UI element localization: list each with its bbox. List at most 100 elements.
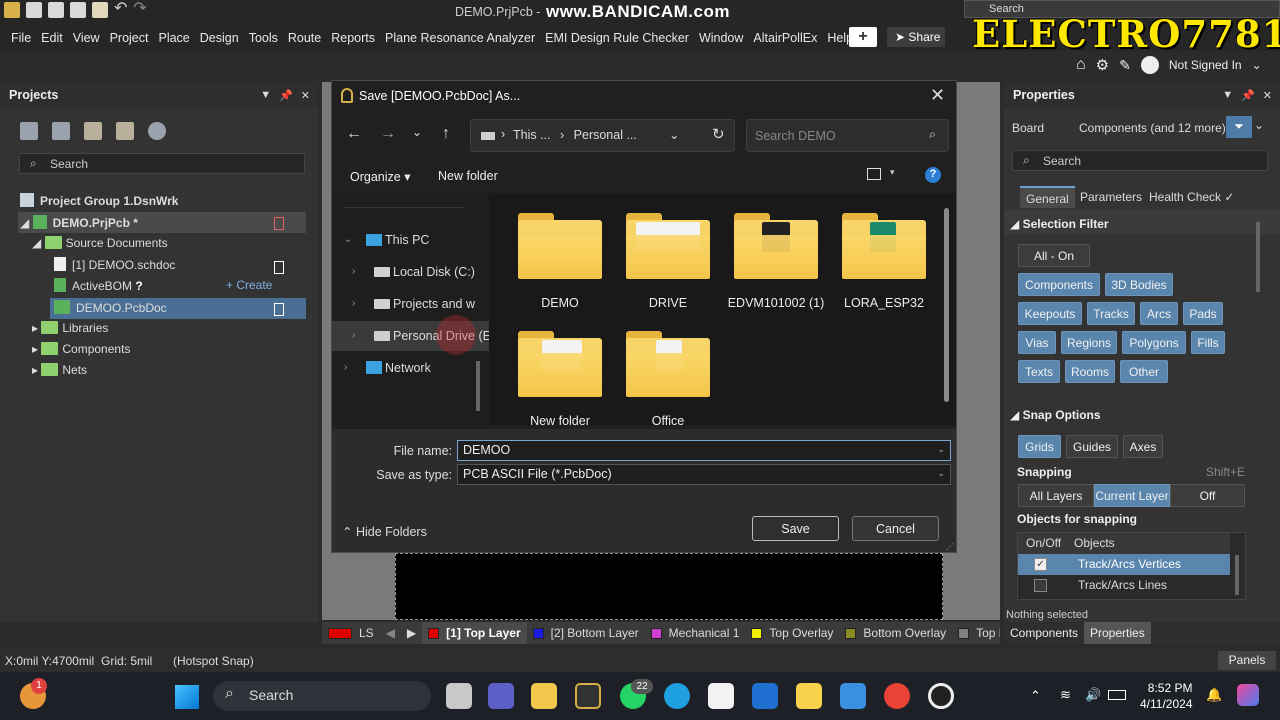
save-button[interactable]: Save <box>752 516 839 541</box>
create-link[interactable]: + Create <box>226 278 272 292</box>
view-options-icon[interactable] <box>867 168 881 180</box>
table-scrollbar[interactable] <box>1235 555 1239 595</box>
menu-tools[interactable]: Tools <box>244 31 283 45</box>
all-on-button[interactable]: All - On <box>1018 244 1090 267</box>
filter-texts[interactable]: Texts <box>1018 360 1060 383</box>
redo-icon[interactable]: ↷ <box>133 1 146 18</box>
teams-icon[interactable] <box>488 683 514 709</box>
folder-item-demo[interactable]: DEMO <box>510 213 610 310</box>
taskbar-clock[interactable]: 8:52 PM 4/11/2024 <box>1140 680 1193 712</box>
chevron-down-icon[interactable]: ⌄ <box>937 444 945 455</box>
taskbar-search[interactable]: ⌕ Search <box>213 681 431 711</box>
save-project-icon[interactable] <box>20 122 38 140</box>
up-arrow-icon[interactable]: ↑ <box>442 125 450 143</box>
chevron-down-icon[interactable]: ⌄ <box>1252 58 1262 72</box>
new-folder-button[interactable]: New folder <box>438 169 498 183</box>
snap-current-layer[interactable]: Current Layer <box>1094 484 1170 507</box>
tree-activebom[interactable]: ActiveBOM ? <box>54 278 143 293</box>
folder-item-drive[interactable]: DRIVE <box>618 213 718 310</box>
new-document-icon[interactable] <box>70 2 86 18</box>
battery-icon[interactable] <box>1108 690 1126 700</box>
save-all-icon[interactable] <box>48 2 64 18</box>
filter-polygons[interactable]: Polygons <box>1122 331 1186 354</box>
breadcrumb-personal[interactable]: Personal ... <box>574 128 637 142</box>
filter-regions[interactable]: Regions <box>1061 331 1117 354</box>
file-explorer-icon[interactable] <box>531 683 557 709</box>
chevron-down-icon[interactable]: ⌄ <box>1254 118 1264 132</box>
filter-rooms[interactable]: Rooms <box>1065 360 1115 383</box>
save-icon[interactable] <box>26 2 42 18</box>
chevron-down-icon[interactable]: ⌄ <box>669 127 679 142</box>
filter-other[interactable]: Other <box>1120 360 1168 383</box>
filter-components[interactable]: Components <box>1018 273 1100 296</box>
tree-schdoc[interactable]: [1] DEMOO.schdoc <box>54 257 175 272</box>
file-list-scrollbar[interactable] <box>944 208 949 402</box>
user-icon[interactable] <box>1140 56 1159 74</box>
tools-icon[interactable]: ✎ <box>1119 57 1131 74</box>
menu-project[interactable]: Project <box>105 31 154 45</box>
back-arrow-icon[interactable]: ← <box>346 125 362 143</box>
tab-health-check[interactable]: Health Check ✓ <box>1143 186 1240 208</box>
menu-emi-checker[interactable]: EMI Design Rule Checker <box>540 31 694 45</box>
properties-search-input[interactable]: ⌕ Search <box>1012 150 1268 171</box>
nav-projects[interactable]: › Projects and w <box>332 289 489 319</box>
help-icon[interactable]: ? <box>925 167 941 183</box>
folder-item-office[interactable]: Office <box>618 331 718 428</box>
help-icon[interactable]: ? <box>135 279 142 293</box>
snap-grids-button[interactable]: Grids <box>1018 435 1061 458</box>
pin-icon[interactable]: 📌 <box>279 89 293 102</box>
menu-altairpollex[interactable]: AltairPollEx <box>748 31 822 45</box>
tree-source-documents[interactable]: ◢ Source Documents <box>32 236 168 250</box>
notification-bell-icon[interactable]: 🔔 <box>1206 687 1222 703</box>
tree-nets[interactable]: ▸ Nets <box>32 363 87 377</box>
menu-file[interactable]: File <box>6 31 36 45</box>
tab-top-layer[interactable]: [1] Top Layer <box>422 622 527 644</box>
nav-local-disk[interactable]: › Local Disk (C:) <box>332 257 489 287</box>
close-icon[interactable]: ✕ <box>1263 89 1272 102</box>
address-bar[interactable]: › This ... › Personal ... ⌄ <box>470 119 735 152</box>
cancel-button[interactable]: Cancel <box>852 516 939 541</box>
chevron-up-icon[interactable]: ⌃ <box>1030 688 1041 704</box>
menu-view[interactable]: View <box>68 31 105 45</box>
refresh-icon[interactable]: ↻ <box>712 125 725 143</box>
tab-bottom-layer[interactable]: [2] Bottom Layer <box>527 622 645 644</box>
menu-edit[interactable]: Edit <box>36 31 68 45</box>
open-project-icon[interactable] <box>84 122 102 140</box>
wifi-icon[interactable]: ≋ <box>1060 687 1071 703</box>
snap-options-header[interactable]: ◢ Snap Options <box>1010 408 1101 422</box>
altium-logo-icon[interactable] <box>4 2 20 18</box>
menu-place[interactable]: Place <box>153 31 194 45</box>
tab-bottom-overlay[interactable]: Bottom Overlay <box>839 622 952 644</box>
nav-scrollbar[interactable] <box>476 361 480 411</box>
pin-icon[interactable]: 📌 <box>1241 89 1255 102</box>
snap-guides-button[interactable]: Guides <box>1066 435 1118 458</box>
properties-scrollbar[interactable] <box>1256 222 1260 292</box>
checkbox-unchecked[interactable] <box>1034 579 1047 592</box>
menu-plane-resonance[interactable]: Plane Resonance Analyzer <box>380 31 540 45</box>
layer-scroll-right[interactable]: ▶ <box>401 622 422 644</box>
tree-components[interactable]: ▸ Components <box>32 342 130 356</box>
settings-icon[interactable] <box>148 122 166 140</box>
components-filter-label[interactable]: Components (and 12 more) <box>1079 121 1226 135</box>
save-type-select[interactable]: PCB ASCII File (*.PcbDoc) ⌄ <box>457 464 951 485</box>
panel-menu-icon[interactable]: ▼ <box>1222 89 1233 102</box>
sticky-notes-icon[interactable] <box>796 683 822 709</box>
resize-grip-icon[interactable]: ⋰ <box>946 542 954 551</box>
nav-network[interactable]: › Network <box>332 353 489 383</box>
snap-axes-button[interactable]: Axes <box>1123 435 1163 458</box>
snap-all-layers[interactable]: All Layers <box>1018 484 1094 507</box>
view-options-chevron-icon[interactable]: ▾ <box>890 167 895 178</box>
projects-search-input[interactable]: ⌕ Search <box>19 153 305 174</box>
tab-top-paste[interactable]: Top Pas <box>952 622 1000 644</box>
menu-route[interactable]: Route <box>283 31 326 45</box>
filter-fills[interactable]: Fills <box>1191 331 1225 354</box>
menu-design[interactable]: Design <box>195 31 244 45</box>
gear-icon[interactable]: ⚙ <box>1096 56 1109 74</box>
selection-filter-header[interactable]: ◢ Selection Filter <box>1010 217 1109 231</box>
pcb-canvas[interactable] <box>395 553 943 620</box>
folder-item-lora[interactable]: LORA_ESP32 <box>834 213 934 310</box>
recent-locations-icon[interactable]: ⌄ <box>412 125 422 139</box>
store-icon[interactable] <box>708 683 734 709</box>
filter-pads[interactable]: Pads <box>1183 302 1223 325</box>
volume-icon[interactable]: 🔊 <box>1085 687 1101 703</box>
